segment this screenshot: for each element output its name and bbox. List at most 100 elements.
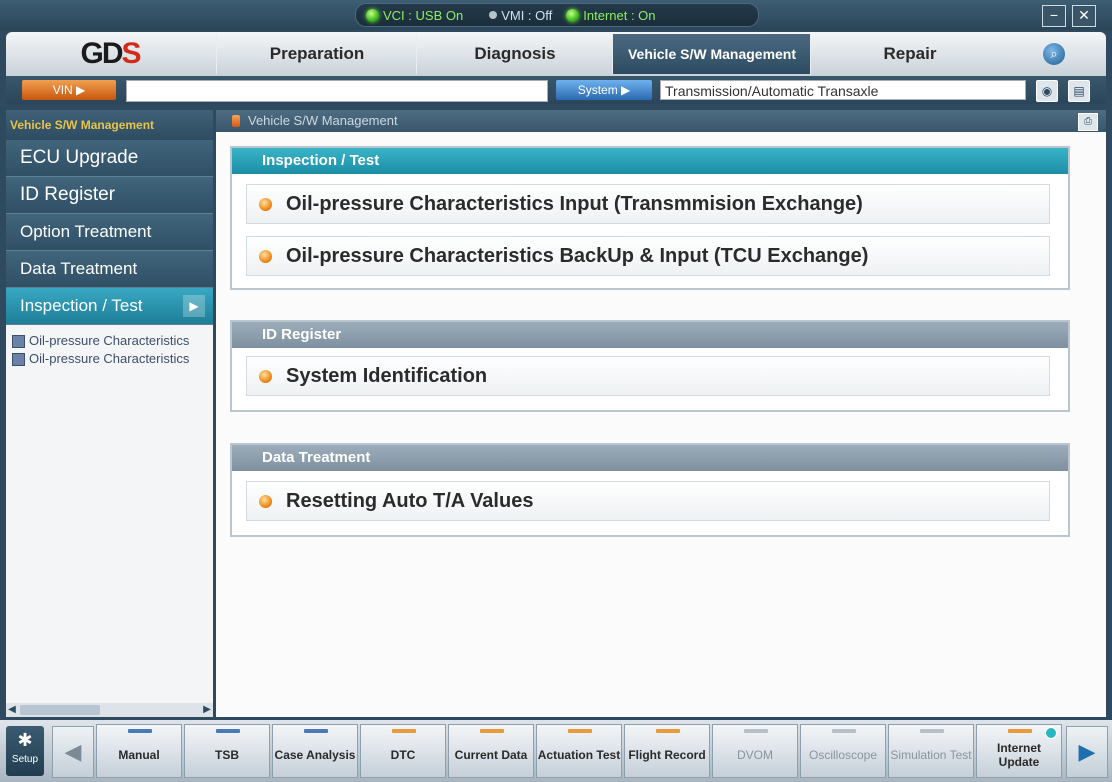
panel-title: Data Treatment	[232, 445, 1068, 471]
tab-diagnosis[interactable]: Diagnosis	[416, 34, 613, 74]
tool-label: Simulation Test	[890, 748, 972, 762]
scroll-right-icon[interactable]: ▶	[201, 703, 213, 717]
panel-title: ID Register	[232, 322, 1068, 348]
sidebar-horizontal-scrollbar[interactable]: ◀ ▶	[6, 703, 213, 717]
scrollbar-thumb[interactable]	[20, 705, 100, 715]
tools-icon: ✱	[17, 730, 33, 750]
tool-label: Current Data	[454, 748, 528, 762]
indicator-bar	[216, 729, 240, 733]
indicator-bar	[920, 729, 944, 733]
tool-internet-update[interactable]: Internet Update	[976, 724, 1062, 778]
content-header-title: Vehicle S/W Management	[248, 113, 398, 128]
indicator-bar	[656, 729, 680, 733]
vmi-status: VMI : Off	[489, 8, 552, 23]
tool-current-data[interactable]: Current Data	[448, 724, 534, 778]
tool-simulation-test[interactable]: Simulation Test	[888, 724, 974, 778]
menu-item-system-identification[interactable]: System Identification	[246, 356, 1050, 396]
scroll-left-icon[interactable]: ◀	[6, 703, 18, 717]
setup-label: Setup	[11, 754, 39, 765]
vci-status-text: VCI : USB On	[383, 7, 464, 23]
title-bar: VCI : USB On VMI : Off Internet : On − ✕	[0, 0, 1112, 30]
scroll-left-button[interactable]: ◀	[52, 726, 94, 778]
sidebar: Vehicle S/W Management ECU Upgrade ID Re…	[6, 110, 213, 717]
tool-label: Flight Record	[628, 748, 706, 762]
sidebar-item-id-register[interactable]: ID Register	[6, 177, 213, 214]
sidebar-item-data-treatment[interactable]: Data Treatment	[6, 251, 213, 288]
close-button[interactable]: ✕	[1072, 5, 1096, 27]
sidebar-item-option-treatment[interactable]: Option Treatment	[6, 214, 213, 251]
indicator-bar	[832, 729, 856, 733]
sidebar-subitem-label: Oil-pressure Characteristics	[29, 333, 190, 348]
indicator-bar	[1008, 729, 1032, 733]
bullet-icon	[259, 249, 272, 263]
internet-status-text: Internet : On	[583, 7, 656, 23]
indicator-bar	[304, 729, 328, 733]
tool-oscilloscope[interactable]: Oscilloscope	[800, 724, 886, 778]
scroll-right-button[interactable]: ▶	[1066, 726, 1108, 778]
tab-vehicle-sw-management[interactable]: Vehicle S/W Management	[612, 34, 811, 74]
internet-status: Internet : On	[566, 7, 656, 23]
system-field[interactable]: Transmission/Automatic Transaxle	[660, 80, 1026, 100]
setup-button[interactable]: ✱ Setup	[6, 726, 44, 776]
menu-item-label: Oil-pressure Characteristics Input (Tran…	[286, 192, 863, 215]
sidebar-header: Vehicle S/W Management	[6, 110, 213, 140]
tool-label: Case Analysis	[274, 748, 356, 762]
tool-label: TSB	[215, 748, 239, 762]
sidebar-item-label: Inspection / Test	[20, 296, 143, 315]
tool-flight-record[interactable]: Flight Record	[624, 724, 710, 778]
tool-actuation-test[interactable]: Actuation Test	[536, 724, 622, 778]
connection-status-bar: VCI : USB On VMI : Off Internet : On	[355, 3, 759, 27]
vmi-status-text: VMI : Off	[501, 7, 553, 23]
print-icon[interactable]: ⎙	[1078, 113, 1098, 131]
bullet-icon	[259, 197, 272, 211]
menu-item-resetting-auto-ta[interactable]: Resetting Auto T/A Values	[246, 481, 1050, 521]
menu-item-label: Oil-pressure Characteristics BackUp & In…	[286, 244, 869, 267]
indicator-bar	[568, 729, 592, 733]
tool-label: DVOM	[737, 748, 773, 762]
tool-label: Manual	[118, 748, 160, 762]
gds-logo: GD S	[6, 32, 214, 76]
sidebar-item-inspection-test[interactable]: Inspection / Test ▶	[6, 288, 213, 325]
logo-text-s: S	[121, 37, 141, 70]
menu-item-oil-pressure-input[interactable]: Oil-pressure Characteristics Input (Tran…	[246, 184, 1050, 224]
indicator-bar	[392, 729, 416, 733]
tool-case-analysis[interactable]: Case Analysis	[272, 724, 358, 778]
minimize-button[interactable]: −	[1042, 5, 1066, 27]
tool-label: Oscilloscope	[808, 748, 878, 762]
panel-inspection-test: Inspection / Test Oil-pressure Character…	[230, 146, 1070, 290]
main-menu-bar: GD S Preparation Diagnosis Vehicle S/W Ma…	[6, 32, 1106, 76]
vin-button[interactable]: VIN ▶	[22, 80, 116, 100]
sidebar-subitem[interactable]: Oil-pressure Characteristics	[6, 331, 213, 351]
content-header: Vehicle S/W Management ⎙	[216, 110, 1106, 132]
internet-status-icon	[566, 8, 580, 22]
tool-tsb[interactable]: TSB	[184, 724, 270, 778]
tool-manual[interactable]: Manual	[96, 724, 182, 778]
vin-field[interactable]	[126, 80, 548, 102]
tab-preparation[interactable]: Preparation	[216, 34, 417, 74]
chevron-right-icon: ▶	[183, 295, 205, 317]
sidebar-subitem[interactable]: Oil-pressure Characteristics	[6, 351, 213, 367]
tool-label: Actuation Test	[537, 748, 621, 762]
notification-badge-icon	[1045, 727, 1057, 739]
search-icon: ⌕	[1043, 43, 1065, 65]
indicator-bar	[480, 729, 504, 733]
system-button[interactable]: System ▶	[556, 80, 652, 100]
menu-item-label: System Identification	[286, 364, 488, 387]
main-content: Vehicle S/W Management ⎙ Inspection / Te…	[216, 110, 1106, 717]
sidebar-item-ecu-upgrade[interactable]: ECU Upgrade	[6, 140, 213, 177]
menu-item-oil-pressure-backup[interactable]: Oil-pressure Characteristics BackUp & In…	[246, 236, 1050, 276]
camera-icon[interactable]: ◉	[1036, 80, 1058, 102]
tool-dtc[interactable]: DTC	[360, 724, 446, 778]
sidebar-subitem-label: Oil-pressure Characteristics	[29, 351, 190, 366]
screen-capture-icon[interactable]: ▤	[1068, 80, 1090, 102]
logo-text-gd: GD	[80, 37, 123, 70]
document-icon	[12, 352, 25, 366]
tool-label: DTC	[390, 748, 416, 762]
tab-repair[interactable]: Repair	[810, 34, 1009, 74]
tool-dvom[interactable]: DVOM	[712, 724, 798, 778]
bullet-icon	[259, 369, 272, 383]
address-bar: VIN ▶ System ▶ Transmission/Automatic Tr…	[6, 76, 1106, 104]
menu-item-label: Resetting Auto T/A Values	[286, 489, 534, 512]
search-button[interactable]: ⌕	[1008, 34, 1100, 74]
section-icon	[232, 115, 240, 127]
